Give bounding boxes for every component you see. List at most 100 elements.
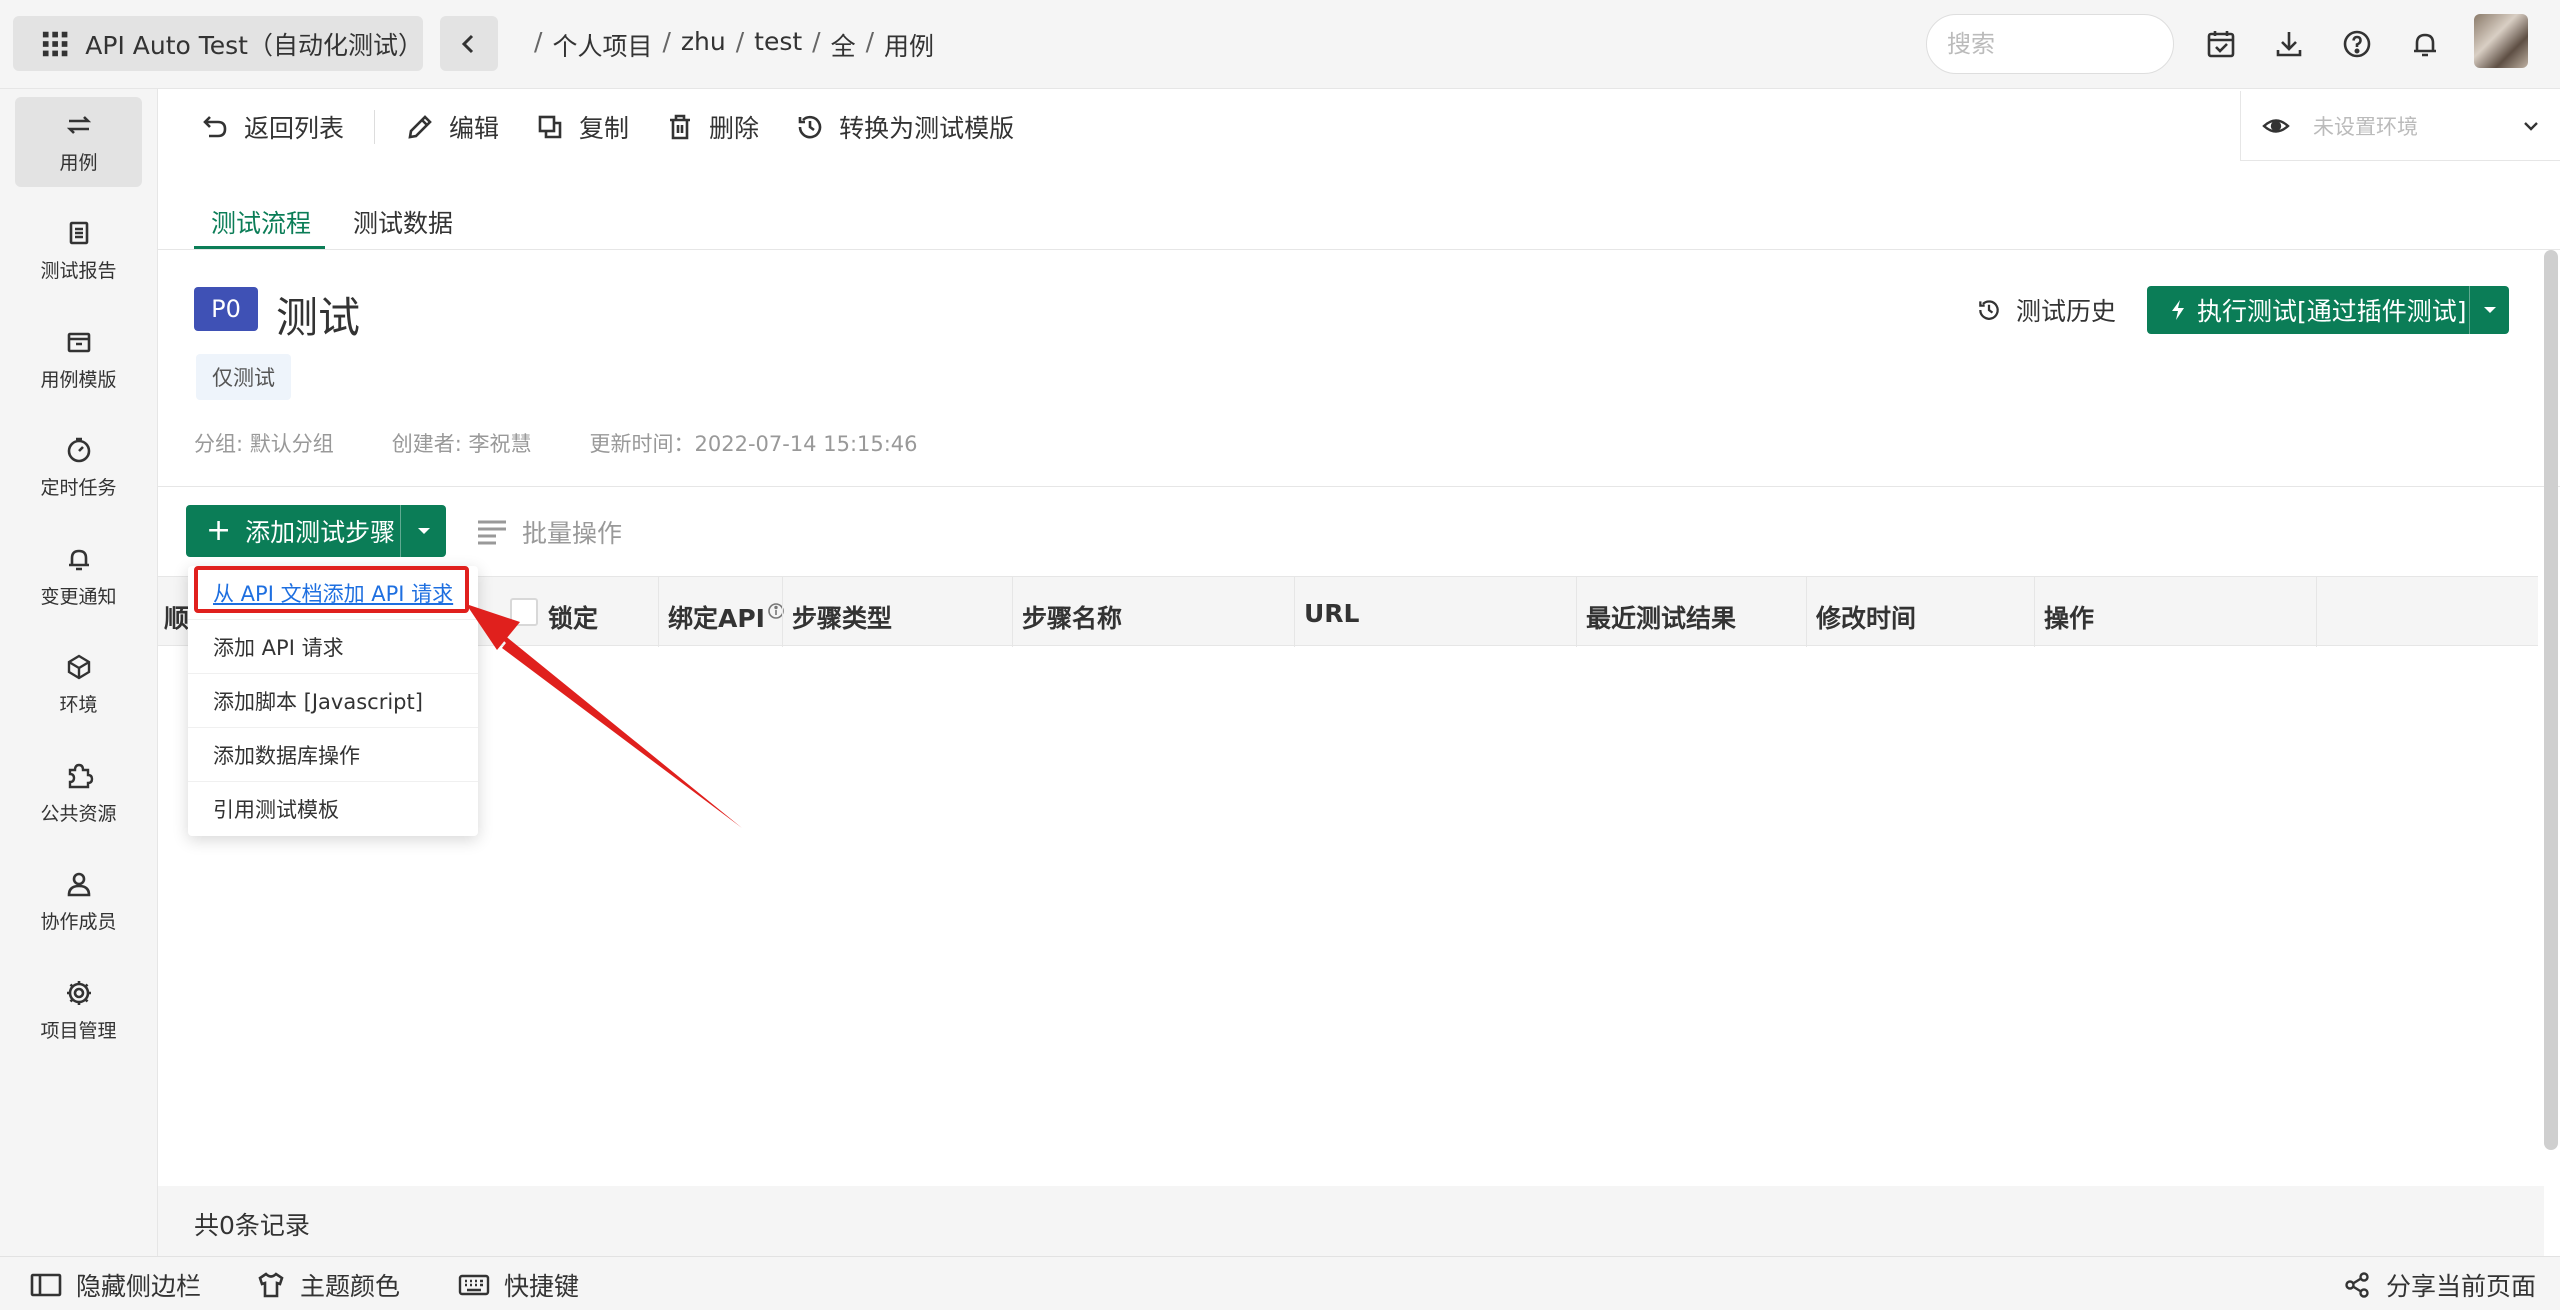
- column-modified-time: 修改时间: [1816, 604, 1917, 633]
- edit-button[interactable]: 编辑: [405, 109, 499, 145]
- bottom-bar: 隐藏侧边栏 主题颜色 快捷键 分享当前页面: [0, 1256, 2560, 1310]
- breadcrumb: / 个人项目 / zhu / test / 全 / 用例: [534, 27, 935, 63]
- menu-item-add-db-operation[interactable]: 添加数据库操作: [188, 728, 478, 782]
- back-to-list-button[interactable]: 返回列表: [200, 109, 344, 145]
- menu-item-add-api-request[interactable]: 添加 API 请求: [188, 620, 478, 674]
- history-icon: [798, 115, 822, 138]
- grid-menu-icon: [42, 31, 68, 56]
- case-toolbar: 返回列表 编辑 复制 删除 转换为测试模版: [158, 89, 1050, 164]
- breadcrumb-personal-project[interactable]: 个人项目: [552, 27, 652, 63]
- caret-down-icon: [2483, 307, 2496, 313]
- breadcrumb-cases: 用例: [884, 32, 935, 61]
- pencil-icon: [408, 114, 432, 139]
- calendar-check-icon[interactable]: [2203, 26, 2239, 62]
- select-all-checkbox[interactable]: [510, 598, 538, 626]
- case-tabs: 测试流程 测试数据: [158, 190, 2560, 250]
- share-icon: [2345, 1272, 2369, 1298]
- sidebar-item-templates[interactable]: 用例模版: [15, 314, 142, 404]
- column-actions: 操作: [2044, 604, 2095, 633]
- copy-button[interactable]: 复制: [535, 109, 629, 145]
- sidebar-item-label: 定时任务: [40, 476, 117, 499]
- sidebar-item-label: 测试报告: [40, 259, 117, 282]
- add-step-dropdown-toggle[interactable]: [400, 505, 446, 557]
- sidebar-item-label: 用例模版: [40, 368, 117, 391]
- environment-icon: [64, 652, 94, 682]
- download-icon[interactable]: [2271, 26, 2307, 62]
- convert-to-template-button[interactable]: 转换为测试模版: [795, 109, 1014, 145]
- notification-bell-icon[interactable]: [2407, 26, 2443, 62]
- user-avatar[interactable]: [2474, 14, 2528, 68]
- gear-icon: [64, 978, 94, 1008]
- bell-icon: [64, 544, 94, 574]
- chevron-left-icon: [461, 34, 474, 53]
- case-group: 分组: 默认分组: [194, 432, 334, 456]
- case-creator: 创建者: 李祝慧: [391, 432, 532, 456]
- sidebar-item-change-notice[interactable]: 变更通知: [15, 531, 142, 621]
- case-title: 测试: [276, 293, 361, 342]
- timer-icon: [64, 435, 94, 465]
- shirt-icon: [258, 1272, 284, 1298]
- sidebar-item-report[interactable]: 测试报告: [15, 205, 142, 295]
- template-icon: [64, 327, 94, 357]
- add-test-step-button[interactable]: + 添加测试步骤: [186, 505, 446, 557]
- sidebar-item-members[interactable]: 协作成员: [15, 856, 142, 946]
- hide-sidebar-button[interactable]: 隐藏侧边栏: [30, 1267, 201, 1303]
- steps-table-header: 顺 锁定 绑定API 步骤类型 步骤名称 URL 最近测试结果 修改时间 操作: [158, 576, 2538, 647]
- run-options-dropdown[interactable]: [2469, 286, 2509, 334]
- environment-select[interactable]: 未设置环境: [2240, 91, 2560, 161]
- theme-color-button[interactable]: 主题颜色: [256, 1267, 400, 1303]
- sidebar-item-label: 项目管理: [40, 1019, 117, 1042]
- column-url: URL: [1304, 599, 1360, 628]
- sidebar-item-label: 环境: [59, 693, 98, 716]
- sidebar-item-scheduled-tasks[interactable]: 定时任务: [15, 422, 142, 512]
- column-lock: 锁定: [548, 604, 599, 633]
- sidebar-item-label: 变更通知: [40, 585, 117, 608]
- back-button[interactable]: [440, 16, 498, 71]
- records-bar: 共0条记录: [158, 1186, 2544, 1256]
- plus-icon: +: [206, 513, 232, 548]
- sidebar-item-environment[interactable]: 环境: [15, 639, 142, 729]
- breadcrumb-test[interactable]: test: [754, 27, 802, 63]
- column-step-type: 步骤类型: [792, 604, 893, 633]
- record-count: 共0条记录: [194, 1211, 310, 1240]
- delete-button[interactable]: 删除: [665, 109, 759, 145]
- tab-test-flow[interactable]: 测试流程: [211, 204, 311, 240]
- column-step-name: 步骤名称: [1022, 604, 1123, 633]
- vertical-scrollbar[interactable]: [2544, 250, 2558, 1150]
- search-input[interactable]: [1926, 14, 2174, 74]
- batch-operation-button[interactable]: 批量操作: [476, 514, 622, 550]
- sidebar-item-label: 用例: [59, 151, 98, 174]
- test-history-button[interactable]: 测试历史: [1976, 292, 2116, 328]
- sidebar-item-project-settings[interactable]: 项目管理: [15, 965, 142, 1055]
- eye-icon: [2262, 118, 2290, 133]
- menu-item-add-script[interactable]: 添加脚本 [Javascript]: [188, 674, 478, 728]
- priority-badge: P0: [194, 287, 258, 331]
- undo-icon: [203, 115, 227, 137]
- copy-icon: [538, 115, 562, 138]
- report-icon: [64, 218, 94, 248]
- run-test-button[interactable]: 执行测试[通过插件测试]: [2147, 286, 2509, 334]
- sidebar-item-public-resources[interactable]: 公共资源: [15, 748, 142, 838]
- sidebar-item-cases[interactable]: 用例: [15, 97, 142, 187]
- environment-placeholder: 未设置环境: [2313, 114, 2418, 139]
- tab-test-data[interactable]: 测试数据: [353, 204, 453, 240]
- history-icon: [1979, 300, 1999, 320]
- menu-item-add-from-api-doc[interactable]: 从 API 文档添加 API 请求: [188, 566, 478, 620]
- members-icon: [64, 869, 94, 899]
- cases-icon: [64, 110, 94, 140]
- app-title: API Auto Test（自动化测试）: [85, 30, 423, 60]
- sidebar-item-label: 公共资源: [40, 802, 117, 825]
- column-latest-result: 最近测试结果: [1586, 604, 1737, 633]
- sidebar-item-label: 协作成员: [40, 910, 117, 933]
- help-icon[interactable]: [2339, 26, 2375, 62]
- lightning-icon: [2172, 300, 2184, 320]
- run-test-main[interactable]: 执行测试[通过插件测试]: [2147, 292, 2469, 328]
- add-test-step-main[interactable]: + 添加测试步骤: [186, 505, 400, 557]
- share-page-button[interactable]: 分享当前页面: [2342, 1267, 2536, 1303]
- add-step-dropdown-menu: 从 API 文档添加 API 请求 添加 API 请求 添加脚本 [Javasc…: [188, 566, 478, 836]
- app-switcher-button[interactable]: API Auto Test（自动化测试）: [13, 16, 423, 71]
- breadcrumb-zhu[interactable]: zhu: [681, 27, 726, 63]
- breadcrumb-all[interactable]: 全: [831, 27, 856, 63]
- menu-item-reference-template[interactable]: 引用测试模板: [188, 782, 478, 836]
- shortcuts-button[interactable]: 快捷键: [458, 1267, 579, 1303]
